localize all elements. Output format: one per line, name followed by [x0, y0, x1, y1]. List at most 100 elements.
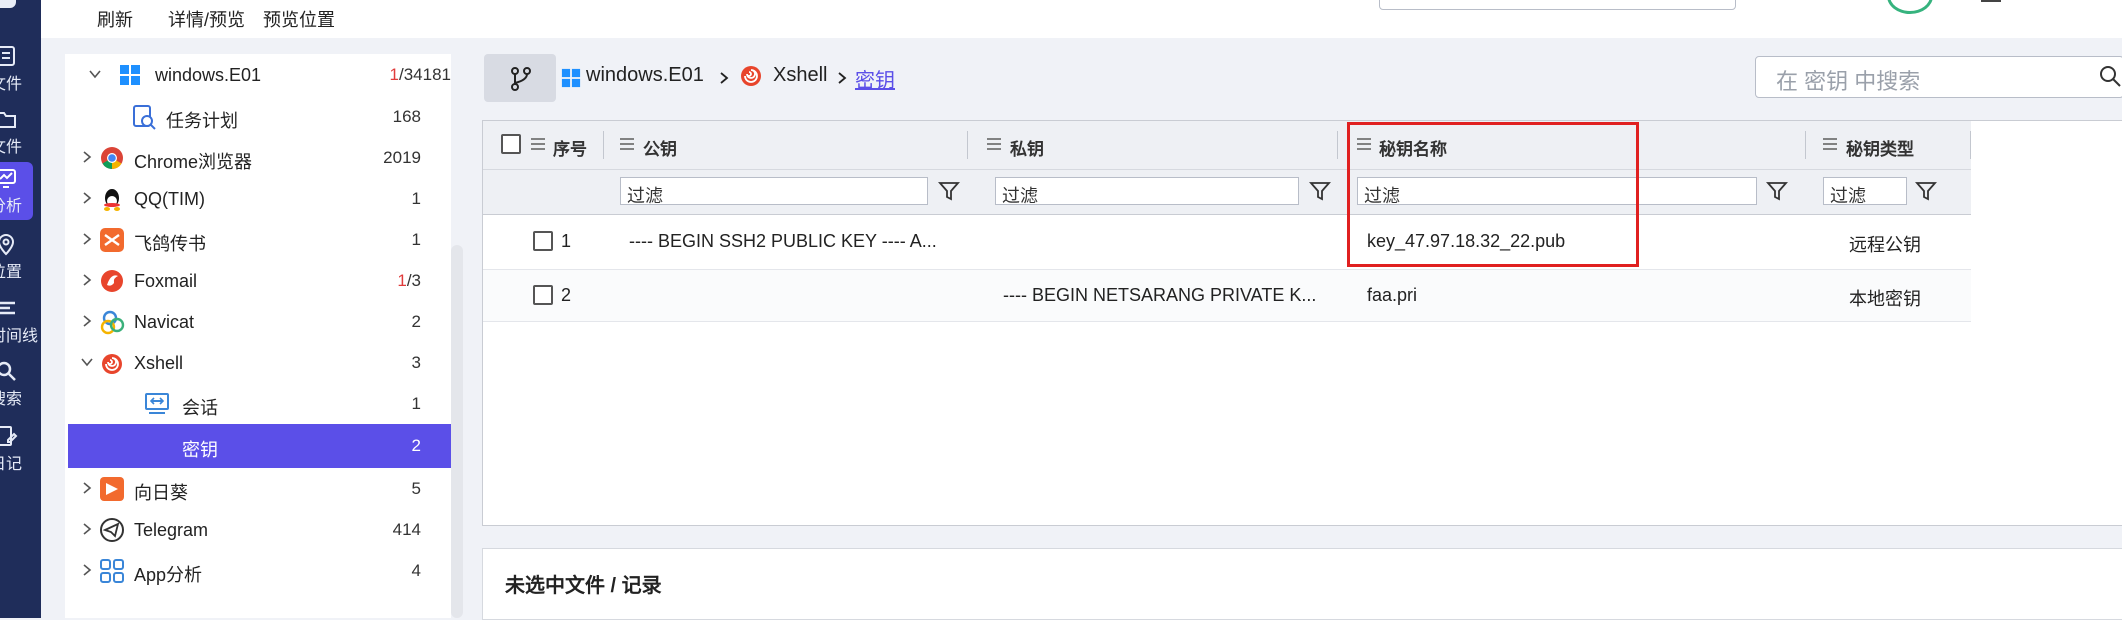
search-icon[interactable]	[2099, 65, 2121, 87]
task-scheduler-icon	[133, 105, 156, 130]
rail-label: 文件	[0, 139, 23, 156]
list-icon	[620, 138, 634, 150]
windows-icon	[120, 65, 140, 85]
filter-input-public-key[interactable]: 过滤	[620, 177, 928, 206]
filter-funnel-icon[interactable]	[1309, 180, 1331, 202]
chevron-right-icon[interactable]	[79, 231, 95, 247]
tree-label: Foxmail	[134, 271, 198, 291]
tree-count: 1	[411, 230, 421, 249]
filter-funnel-icon[interactable]	[1766, 180, 1788, 202]
table-row[interactable]: 1 ---- BEGIN SSH2 PUBLIC KEY ---- A... k…	[483, 215, 1971, 270]
foxmail-icon	[101, 270, 123, 292]
select-all-checkbox[interactable]	[501, 134, 521, 154]
tree-item-app-analysis[interactable]: App分析 4	[65, 550, 451, 592]
tree-label: App分析	[134, 565, 203, 585]
column-divider[interactable]	[603, 131, 604, 159]
notes-icon	[0, 426, 18, 446]
chevron-right-icon[interactable]	[79, 190, 95, 206]
tree-item-sunlogin[interactable]: 向日葵 5	[65, 468, 451, 510]
tree-item-feige[interactable]: 飞鸽传书 1	[65, 219, 451, 261]
rail-item-files[interactable]: 文件	[0, 40, 41, 98]
chevron-right-icon[interactable]	[79, 272, 95, 288]
search-input[interactable]: 在 密钥 中搜索	[1755, 56, 2122, 98]
tree-count: 414	[392, 520, 421, 539]
tree-item-telegram[interactable]: Telegram 414	[65, 509, 451, 551]
filter-input-key-name[interactable]: 过滤	[1357, 177, 1757, 206]
rail-item-location[interactable]: 位置	[0, 228, 41, 286]
column-divider[interactable]	[1970, 131, 1971, 159]
cell-key-name: key_47.97.18.32_22.pub	[1367, 231, 1566, 251]
tree-item-navicat[interactable]: Navicat 2	[65, 301, 451, 343]
row-checkbox[interactable]	[533, 231, 553, 251]
tree-item-task-scheduler[interactable]: 任务计划 168	[65, 96, 451, 138]
tree-count: 1/3	[397, 271, 421, 290]
column-divider[interactable]	[1805, 131, 1806, 159]
tree-item-chrome[interactable]: Chrome浏览器 2019	[65, 137, 451, 179]
breadcrumb-app[interactable]: Xshell	[773, 64, 827, 87]
refresh-button[interactable]: 刷新	[97, 6, 133, 32]
rail-label: 位置	[0, 264, 23, 281]
breadcrumb-separator-icon	[838, 72, 847, 84]
search-placeholder: 在 密钥 中搜索	[1776, 69, 1921, 94]
breadcrumb-current[interactable]: 密钥	[855, 64, 895, 93]
tree-item-xshell[interactable]: Xshell 3	[65, 342, 451, 384]
chevron-down-icon[interactable]	[87, 66, 103, 82]
navigation-tree: windows.E01 1/34181 任务计划 168 Chrome浏览器 2…	[65, 54, 451, 618]
document-icon	[0, 46, 15, 66]
menu-icon[interactable]	[1981, 0, 2001, 2]
search-icon	[0, 361, 16, 381]
chevron-right-icon[interactable]	[79, 149, 95, 165]
row-checkbox[interactable]	[533, 285, 553, 305]
breadcrumb-root[interactable]: windows.E01	[586, 64, 704, 87]
tree-label: QQ(TIM)	[134, 189, 205, 209]
chevron-right-icon[interactable]	[79, 562, 95, 578]
app-analysis-icon	[100, 559, 124, 583]
column-divider[interactable]	[967, 131, 968, 159]
tree-count: 3	[411, 353, 421, 372]
tree-count: 1	[411, 189, 421, 208]
table-row[interactable]: 2 ---- BEGIN NETSARANG PRIVATE K... faa.…	[483, 270, 1971, 322]
rail-item-notes[interactable]: 日记	[0, 420, 41, 478]
column-divider[interactable]	[1337, 131, 1338, 159]
rail-label: 日记	[0, 456, 23, 473]
timeline-icon	[0, 301, 15, 315]
filter-input-key-type[interactable]: 过滤	[1823, 177, 1907, 206]
rail-item-analysis[interactable]: 分析	[0, 162, 33, 220]
rail-item-timeline[interactable]: 时间线	[0, 292, 41, 350]
tree-item-session[interactable]: 会话 1	[65, 383, 451, 425]
rail-item-folder[interactable]: 文件	[0, 103, 41, 161]
filter-funnel-icon[interactable]	[938, 180, 960, 202]
sunlogin-icon	[100, 477, 124, 501]
tree-count: 168	[392, 107, 421, 126]
chevron-right-icon[interactable]	[79, 480, 95, 496]
detail-preview-button[interactable]: 详情/预览	[168, 6, 245, 32]
detail-panel: 未选中文件 / 记录	[482, 548, 2122, 620]
windows-icon	[561, 68, 581, 88]
chevron-right-icon[interactable]	[79, 313, 95, 329]
tree-item-foxmail[interactable]: Foxmail 1/3	[65, 260, 451, 302]
breadcrumb-separator-icon	[720, 72, 729, 84]
tree-root-windows-e01[interactable]: windows.E01 1/34181	[65, 54, 451, 96]
tree-label: 飞鸽传书	[134, 234, 206, 254]
top-toolbar: 刷新 详情/预览 预览位置	[41, 0, 2122, 38]
tree-scrollbar[interactable]	[451, 245, 463, 618]
chevron-right-icon[interactable]	[79, 521, 95, 537]
tree-count: 5	[411, 479, 421, 498]
rail-item-search[interactable]: 搜索	[0, 355, 41, 413]
chevron-down-icon[interactable]	[79, 354, 95, 370]
keys-table: 序号 公钥 私钥 秘钥名称 秘钥类型 过滤 过滤 过滤 过滤 1 ---- BE…	[482, 120, 2122, 526]
cell-index: 2	[561, 285, 572, 305]
filter-input-private-key[interactable]: 过滤	[995, 177, 1299, 206]
branch-toggle-button[interactable]	[484, 54, 556, 102]
status-ring-icon[interactable]	[1887, 0, 1933, 14]
tree-label: windows.E01	[155, 65, 262, 85]
preview-position-button[interactable]: 预览位置	[263, 6, 335, 32]
list-icon	[531, 138, 545, 150]
tree-item-qq[interactable]: QQ(TIM) 1	[65, 178, 451, 220]
top-input-field[interactable]	[1379, 0, 1736, 10]
tree-item-keys[interactable]: 密钥 2	[68, 424, 451, 468]
filter-funnel-icon[interactable]	[1915, 180, 1937, 202]
tree-label: Chrome浏览器	[134, 152, 253, 172]
detail-title: 未选中文件 / 记录	[505, 575, 662, 597]
qq-icon	[104, 189, 120, 211]
